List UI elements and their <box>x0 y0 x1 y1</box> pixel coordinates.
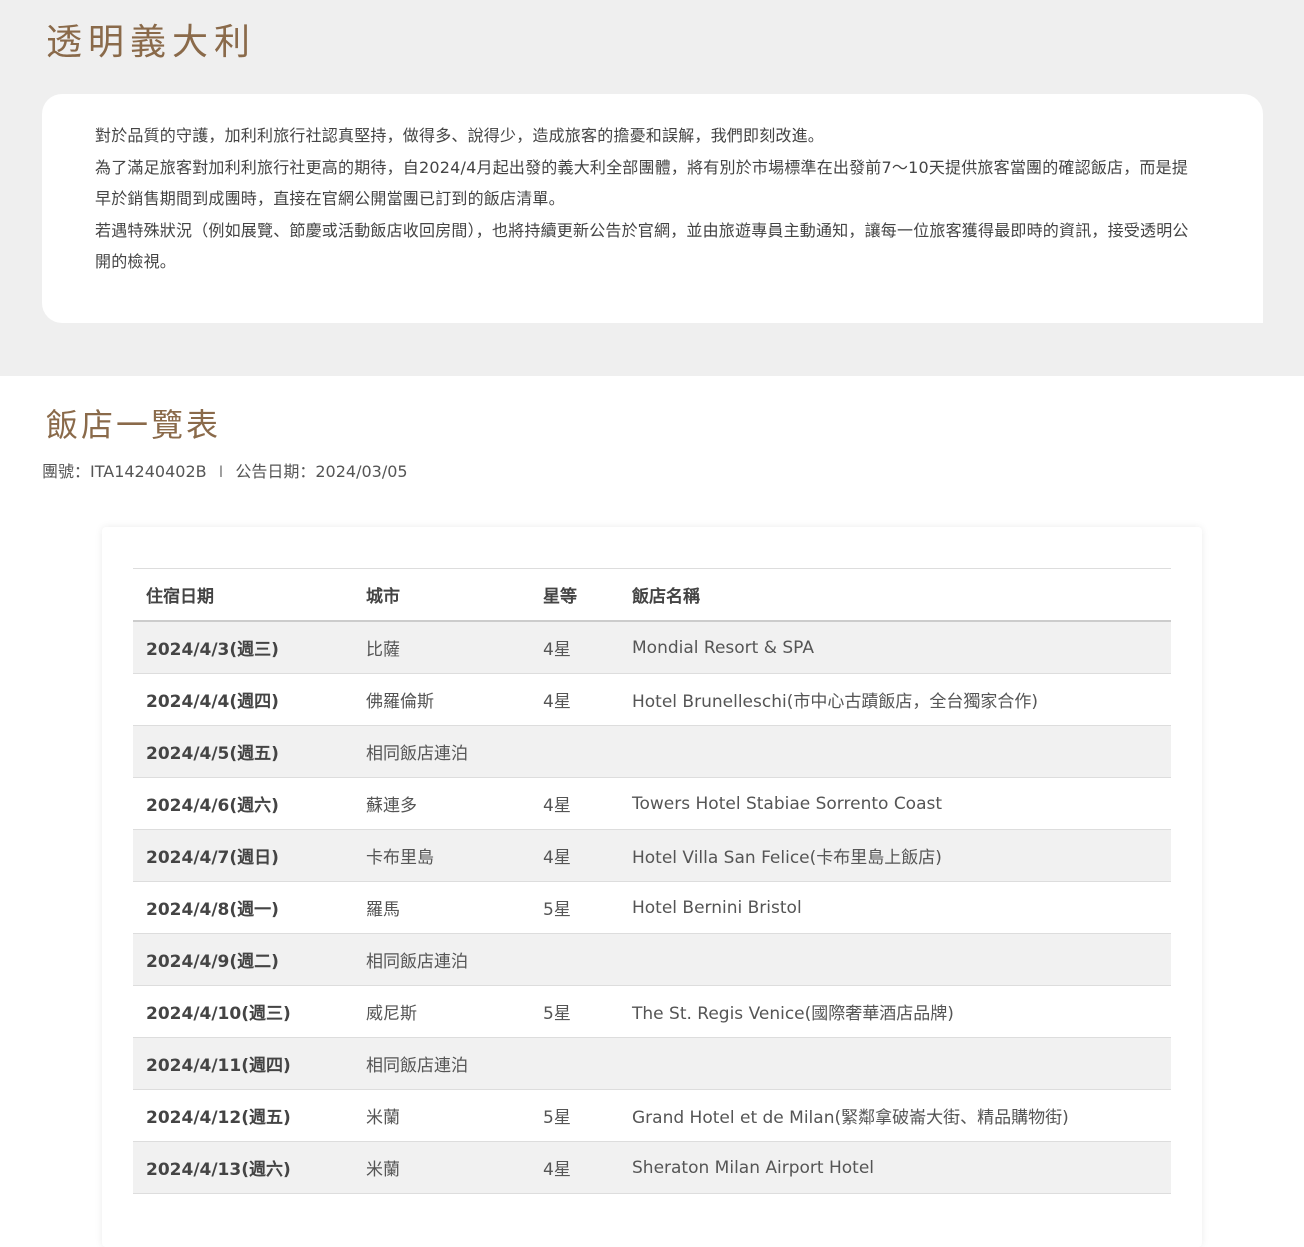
header-city: 城市 <box>353 568 530 622</box>
row-star: 5星 <box>530 985 619 1038</box>
notice-paragraph-3: 若遇特殊狀況（例如展覽、節慶或活動飯店收回房間），也將持續更新公告於官網，並由旅… <box>95 220 1189 272</box>
row-city: 佛羅倫斯 <box>353 673 530 726</box>
row-date: 2024/4/6(週六) <box>133 777 353 830</box>
row-star: 4星 <box>530 777 619 830</box>
row-hotel <box>619 1037 1171 1090</box>
transparency-title: 透明義大利 <box>46 22 257 63</box>
row-city: 米蘭 <box>353 1141 530 1194</box>
header-star: 星等 <box>530 568 619 622</box>
row-city: 相同飯店連泊 <box>353 933 530 986</box>
row-date: 2024/4/9(週二) <box>133 933 353 986</box>
row-star: 4星 <box>530 673 619 726</box>
row-star <box>530 933 619 986</box>
header-date: 住宿日期 <box>133 568 353 622</box>
row-star: 4星 <box>530 621 619 674</box>
row-city: 相同飯店連泊 <box>353 1037 530 1090</box>
row-hotel: Hotel Bernini Bristol <box>619 881 1171 934</box>
row-hotel: Towers Hotel Stabiae Sorrento Coast <box>619 777 1171 830</box>
row-star: 4星 <box>530 829 619 882</box>
row-city: 比薩 <box>353 621 530 674</box>
table-row: 2024/4/12(週五) 米蘭 5星 Grand Hotel et de Mi… <box>133 1089 1171 1142</box>
notice-card: 對於品質的守護，加利利旅行社認真堅持，做得多、說得少，造成旅客的擔憂和誤解，我們… <box>42 94 1263 323</box>
row-city: 蘇連多 <box>353 777 530 830</box>
row-hotel: Grand Hotel et de Milan(緊鄰拿破崙大街、精品購物街) <box>619 1089 1171 1142</box>
transparency-section: 透明義大利 對於品質的守護，加利利旅行社認真堅持，做得多、說得少，造成旅客的擔憂… <box>0 0 1304 376</box>
row-star: 5星 <box>530 881 619 934</box>
header-hotel: 飯店名稱 <box>619 568 1171 622</box>
table-row: 2024/4/13(週六) 米蘭 4星 Sheraton Milan Airpo… <box>133 1141 1171 1194</box>
hotel-table: 住宿日期 城市 星等 飯店名稱 2024/4/3(週三) 比薩 4星 Mondi… <box>133 568 1171 1194</box>
row-date: 2024/4/8(週一) <box>133 881 353 934</box>
table-row: 2024/4/4(週四) 佛羅倫斯 4星 Hotel Brunelleschi(… <box>133 673 1171 726</box>
hotel-list-title: 飯店一覽表 <box>46 406 222 444</box>
meta-separator: I <box>218 462 224 481</box>
tour-number: 團號：ITA14240402B <box>42 462 207 481</box>
table-row: 2024/4/9(週二) 相同飯店連泊 <box>133 933 1171 986</box>
table-row: 2024/4/11(週四) 相同飯店連泊 <box>133 1037 1171 1090</box>
row-city: 相同飯店連泊 <box>353 725 530 778</box>
row-date: 2024/4/5(週五) <box>133 725 353 778</box>
row-date: 2024/4/12(週五) <box>133 1089 353 1142</box>
row-hotel <box>619 933 1171 986</box>
row-star <box>530 1037 619 1090</box>
row-hotel: Hotel Villa San Felice(卡布里島上飯店) <box>619 829 1171 882</box>
table-row: 2024/4/5(週五) 相同飯店連泊 <box>133 725 1171 778</box>
hotel-table-card: 住宿日期 城市 星等 飯店名稱 2024/4/3(週三) 比薩 4星 Mondi… <box>102 527 1202 1247</box>
row-date: 2024/4/4(週四) <box>133 673 353 726</box>
table-row: 2024/4/7(週日) 卡布里島 4星 Hotel Villa San Fel… <box>133 829 1171 882</box>
table-row: 2024/4/10(週三) 威尼斯 5星 The St. Regis Venic… <box>133 985 1171 1038</box>
row-hotel: Mondial Resort & SPA <box>619 621 1171 674</box>
row-city: 卡布里島 <box>353 829 530 882</box>
row-city: 威尼斯 <box>353 985 530 1038</box>
table-row: 2024/4/3(週三) 比薩 4星 Mondial Resort & SPA <box>133 621 1171 674</box>
row-hotel: The St. Regis Venice(國際奢華酒店品牌) <box>619 985 1171 1038</box>
table-row: 2024/4/8(週一) 羅馬 5星 Hotel Bernini Bristol <box>133 881 1171 934</box>
row-hotel <box>619 725 1171 778</box>
row-star <box>530 725 619 778</box>
row-star: 4星 <box>530 1141 619 1194</box>
row-date: 2024/4/13(週六) <box>133 1141 353 1194</box>
row-hotel: Sheraton Milan Airport Hotel <box>619 1141 1171 1194</box>
row-city: 羅馬 <box>353 881 530 934</box>
row-hotel: Hotel Brunelleschi(市中心古蹟飯店，全台獨家合作) <box>619 673 1171 726</box>
row-date: 2024/4/11(週四) <box>133 1037 353 1090</box>
row-date: 2024/4/10(週三) <box>133 985 353 1038</box>
row-date: 2024/4/7(週日) <box>133 829 353 882</box>
notice-paragraph-2: 為了滿足旅客對加利利旅行社更高的期待，自2024/4月起出發的義大利全部團體，將… <box>95 157 1189 209</box>
row-city: 米蘭 <box>353 1089 530 1142</box>
announce-date: 公告日期：2024/03/05 <box>235 462 408 481</box>
row-date: 2024/4/3(週三) <box>133 621 353 674</box>
table-row: 2024/4/6(週六) 蘇連多 4星 Towers Hotel Stabiae… <box>133 777 1171 830</box>
notice-paragraph-1: 對於品質的守護，加利利旅行社認真堅持，做得多、說得少，造成旅客的擔憂和誤解，我們… <box>95 126 825 145</box>
row-star: 5星 <box>530 1089 619 1142</box>
table-header-row: 住宿日期 城市 星等 飯店名稱 <box>133 568 1171 622</box>
tour-meta: 團號：ITA14240402B I 公告日期：2024/03/05 <box>42 458 408 486</box>
